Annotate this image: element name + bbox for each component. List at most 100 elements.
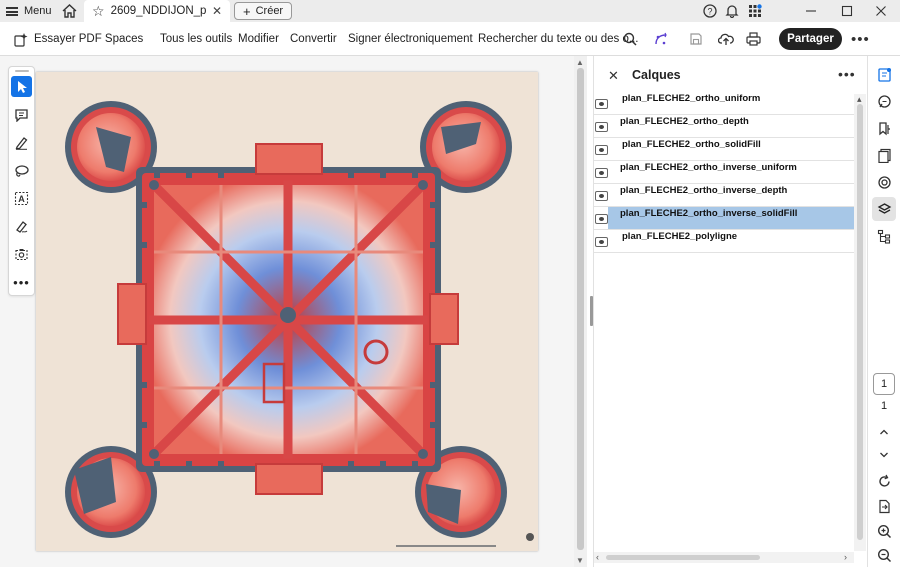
layer-row[interactable]: plan_FLECHE2_polyligne — [594, 230, 854, 253]
layer-row[interactable]: plan_FLECHE2_ortho_inverse_depth — [594, 184, 854, 207]
zoom-out-icon[interactable] — [872, 543, 896, 567]
layer-label: plan_FLECHE2_ortho_inverse_uniform — [620, 162, 797, 173]
panel-scroll-thumb[interactable] — [857, 104, 863, 540]
menu-label: Menu — [24, 5, 52, 17]
create-button[interactable]: + Créer — [234, 2, 293, 20]
quick-tools-rail: A ••• — [8, 66, 35, 296]
minimize-icon[interactable] — [800, 0, 822, 22]
layer-row[interactable]: plan_FLECHE2_ortho_inverse_uniform — [594, 161, 854, 184]
menu-esign[interactable]: Signer électroniquement — [348, 22, 473, 56]
menu-edit[interactable]: Modifier — [238, 22, 279, 56]
title-bar: Menu ☆ 2609_NDDIJON_pla... ✕ + Créer ? — [0, 0, 900, 22]
more-options-icon[interactable]: ••• — [851, 22, 870, 56]
layers-panel: ✕ Calques ••• plan_FLECHE2_ortho_uniform… — [593, 56, 866, 567]
layer-row-selected[interactable]: plan_FLECHE2_ortho_inverse_solidFill — [594, 207, 854, 230]
structure-tree-icon[interactable] — [872, 224, 896, 248]
star-icon[interactable]: ☆ — [92, 3, 105, 20]
rotate-icon[interactable] — [872, 469, 896, 493]
eye-icon[interactable] — [595, 168, 608, 178]
close-window-icon[interactable] — [870, 0, 892, 22]
layer-label: plan_FLECHE2_ortho_uniform — [622, 93, 761, 104]
drag-grip[interactable] — [15, 70, 29, 72]
castle-plan-drawing — [65, 101, 534, 547]
current-page-input[interactable]: 1 — [873, 373, 895, 395]
panel-vertical-scrollbar[interactable]: ▴ — [854, 94, 866, 551]
create-label: Créer — [255, 5, 284, 17]
pdf-spaces-label: Essayer PDF Spaces — [34, 33, 144, 45]
menu-all-tools[interactable]: Tous les outils — [160, 22, 232, 56]
search-icon[interactable] — [623, 22, 637, 56]
comments-panel-icon[interactable] — [872, 89, 896, 113]
bell-icon[interactable] — [721, 0, 743, 22]
canvas-vertical-scrollbar[interactable]: ▲ ▼ — [574, 56, 587, 567]
layer-label: plan_FLECHE2_ortho_inverse_depth — [620, 185, 788, 196]
pdf-page[interactable] — [36, 72, 538, 551]
menu-convert[interactable]: Convertir — [290, 22, 337, 56]
tab-title: 2609_NDDIJON_pla... — [110, 5, 206, 17]
more-tools-icon[interactable]: ••• — [11, 272, 32, 293]
bookmarks-icon[interactable] — [872, 116, 896, 140]
layer-label: plan_FLECHE2_polyligne — [622, 231, 738, 242]
svg-text:A: A — [18, 194, 25, 204]
close-panel-icon[interactable]: ✕ — [608, 68, 619, 84]
eye-icon[interactable] — [595, 191, 608, 201]
zoom-in-icon[interactable] — [872, 519, 896, 543]
close-tab-icon[interactable]: ✕ — [212, 4, 222, 18]
eye-icon[interactable] — [595, 99, 608, 109]
search-text-field[interactable]: Rechercher du texte ou des o... — [478, 22, 638, 56]
panel-title: Calques — [632, 68, 681, 82]
canvas-scroll-thumb[interactable] — [577, 68, 584, 550]
document-tab[interactable]: ☆ 2609_NDDIJON_pla... ✕ — [84, 0, 230, 22]
layer-label: plan_FLECHE2_ortho_depth — [620, 116, 749, 127]
share-button[interactable]: Partager — [779, 28, 842, 50]
sparkle-document-icon — [14, 32, 28, 47]
page-thumbnails-icon[interactable] — [872, 143, 896, 167]
document-canvas — [0, 56, 587, 567]
scroll-down-icon[interactable]: ▼ — [576, 556, 584, 565]
save-icon[interactable] — [689, 22, 703, 56]
plus-icon: + — [243, 3, 251, 19]
layer-label: plan_FLECHE2_ortho_solidFill — [622, 139, 761, 150]
print-icon[interactable] — [746, 22, 761, 56]
select-tool-icon[interactable] — [11, 76, 32, 97]
eye-icon[interactable] — [595, 237, 608, 247]
attachments-ring-icon[interactable] — [872, 170, 896, 194]
previous-page-icon[interactable] — [872, 420, 896, 444]
document-extract-icon[interactable] — [872, 494, 896, 518]
panel-horizontal-scrollbar[interactable]: ‹ › — [594, 552, 854, 563]
draw-lasso-icon[interactable] — [11, 160, 32, 181]
text-box-icon[interactable]: A — [11, 188, 32, 209]
right-tools-rail: 1 1 — [867, 56, 900, 567]
panel-options-icon[interactable]: ••• — [838, 66, 856, 82]
svg-text:?: ? — [707, 7, 712, 17]
home-icon[interactable] — [62, 0, 78, 22]
page-total: 1 — [880, 400, 888, 412]
apps-grid-icon[interactable] — [744, 0, 766, 22]
panel-hscroll-thumb[interactable] — [606, 555, 760, 560]
ai-document-icon[interactable] — [872, 62, 896, 86]
maximize-icon[interactable] — [836, 0, 858, 22]
help-icon[interactable]: ? — [699, 0, 721, 22]
layers-list: plan_FLECHE2_ortho_uniform plan_FLECHE2_… — [594, 92, 854, 253]
upload-cloud-icon[interactable] — [718, 22, 734, 56]
ai-assistant-icon[interactable] — [654, 22, 669, 56]
eye-icon[interactable] — [595, 122, 608, 132]
layer-row[interactable]: plan_FLECHE2_ortho_depth — [594, 115, 854, 138]
eye-icon[interactable] — [595, 214, 608, 224]
main-toolbar: Essayer PDF Spaces Tous les outils Modif… — [0, 22, 900, 56]
scroll-up-icon[interactable]: ▲ — [576, 58, 584, 67]
layer-row[interactable]: plan_FLECHE2_ortho_solidFill — [594, 138, 854, 161]
comment-tool-icon[interactable] — [11, 104, 32, 125]
pdf-spaces-button[interactable]: Essayer PDF Spaces — [13, 22, 143, 56]
panel-scroll-right-icon[interactable]: › — [844, 552, 847, 562]
eye-icon[interactable] — [595, 145, 608, 155]
hamburger-icon — [6, 6, 18, 16]
fill-sign-icon[interactable] — [11, 216, 32, 237]
highlight-pen-icon[interactable] — [11, 132, 32, 153]
layers-icon[interactable] — [872, 197, 896, 221]
panel-scroll-left-icon[interactable]: ‹ — [596, 552, 599, 562]
menu-button[interactable]: Menu — [6, 0, 52, 22]
layer-row[interactable]: plan_FLECHE2_ortho_uniform — [594, 92, 854, 115]
snapshot-icon[interactable] — [11, 244, 32, 265]
next-page-icon[interactable] — [872, 443, 896, 467]
